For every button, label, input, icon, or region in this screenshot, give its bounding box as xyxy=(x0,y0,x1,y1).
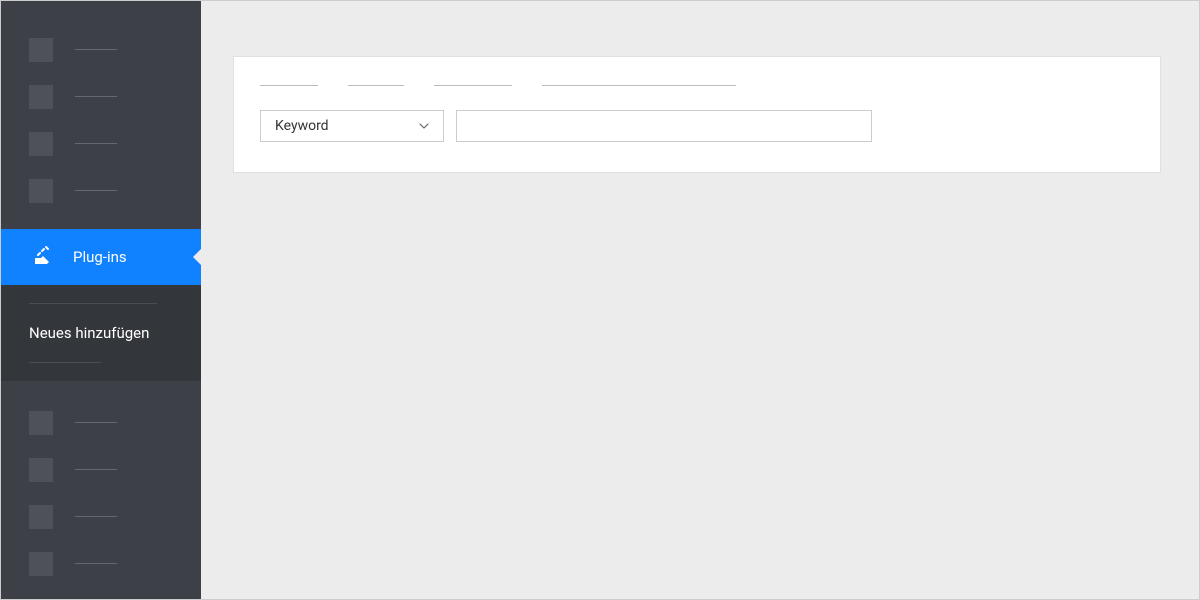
placeholder-label xyxy=(75,563,117,564)
placeholder-label xyxy=(75,190,117,191)
sidebar-item-placeholder[interactable] xyxy=(1,73,201,120)
sidebar-item-placeholder[interactable] xyxy=(1,540,201,587)
placeholder-label xyxy=(75,516,117,517)
placeholder-icon xyxy=(29,38,53,62)
placeholder-label xyxy=(75,143,117,144)
placeholder-icon xyxy=(29,458,53,482)
sidebar: Plug-ins Neues hinzufügen xyxy=(1,1,201,599)
placeholder-icon xyxy=(29,85,53,109)
sidebar-item-placeholder[interactable] xyxy=(1,446,201,493)
filter-tab-placeholder[interactable] xyxy=(348,85,404,86)
main-content: Keyword xyxy=(201,1,1199,599)
filter-tab-placeholder[interactable] xyxy=(542,85,736,86)
chevron-down-icon xyxy=(417,119,431,133)
placeholder-icon xyxy=(29,132,53,156)
placeholder-label xyxy=(75,469,117,470)
sidebar-item-placeholder[interactable] xyxy=(1,26,201,73)
submenu-divider xyxy=(29,303,157,304)
plug-icon xyxy=(29,244,55,270)
sidebar-item-placeholder[interactable] xyxy=(1,399,201,446)
search-panel: Keyword xyxy=(233,56,1161,173)
submenu-item-add-new[interactable]: Neues hinzufügen xyxy=(29,324,173,342)
placeholder-label xyxy=(75,96,117,97)
search-input[interactable] xyxy=(456,110,872,142)
placeholder-label xyxy=(75,422,117,423)
placeholder-icon xyxy=(29,179,53,203)
sidebar-item-plugins[interactable]: Plug-ins xyxy=(1,229,201,285)
sidebar-submenu: Neues hinzufügen xyxy=(1,285,201,381)
placeholder-icon xyxy=(29,411,53,435)
search-type-select[interactable]: Keyword xyxy=(260,110,444,142)
placeholder-label xyxy=(75,49,117,50)
placeholder-icon xyxy=(29,505,53,529)
filter-tab-placeholder[interactable] xyxy=(434,85,512,86)
filter-tab-placeholder[interactable] xyxy=(260,85,318,86)
search-row: Keyword xyxy=(260,110,1134,142)
submenu-divider xyxy=(29,362,101,363)
placeholder-icon xyxy=(29,552,53,576)
sidebar-item-label: Plug-ins xyxy=(73,248,127,266)
select-label: Keyword xyxy=(275,118,329,134)
sidebar-item-placeholder[interactable] xyxy=(1,493,201,540)
sidebar-item-placeholder[interactable] xyxy=(1,120,201,167)
sidebar-item-placeholder[interactable] xyxy=(1,167,201,214)
filter-tabs xyxy=(260,85,1134,86)
